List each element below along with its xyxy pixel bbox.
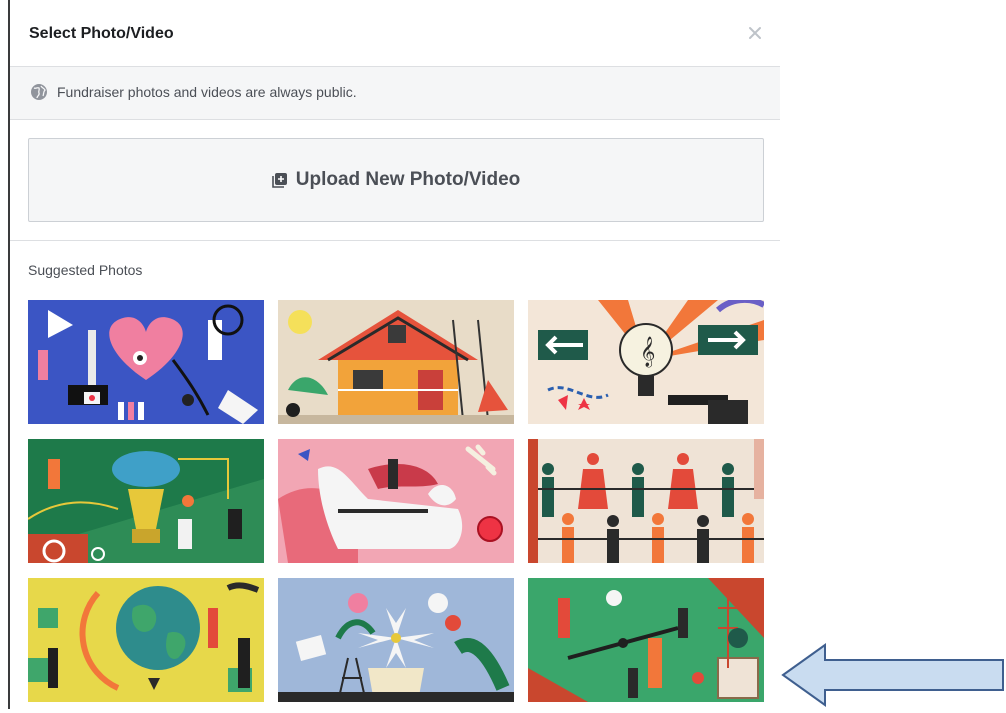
- suggested-photo-community[interactable]: [528, 439, 764, 563]
- suggested-photo-sports[interactable]: [28, 439, 264, 563]
- suggested-photo-animals[interactable]: [278, 439, 514, 563]
- privacy-notice-text: Fundraiser photos and videos are always …: [57, 84, 357, 100]
- divider: [10, 240, 780, 241]
- annotation-arrow-left: [780, 642, 1006, 708]
- suggested-photo-flowers[interactable]: [278, 578, 514, 702]
- suggested-photo-music-arts[interactable]: 𝄞: [528, 300, 764, 424]
- suggested-photo-park-playground[interactable]: [528, 578, 764, 702]
- globe-icon: [30, 83, 48, 101]
- suggested-photo-house-building[interactable]: [278, 300, 514, 424]
- close-icon[interactable]: [744, 22, 766, 44]
- suggested-photo-environment[interactable]: [28, 578, 264, 702]
- dialog-title: Select Photo/Video: [29, 25, 174, 42]
- suggested-photos-heading: Suggested Photos: [28, 262, 143, 278]
- suggested-photos-grid: 𝄞: [28, 300, 764, 702]
- select-photo-dialog: Select Photo/Video Fundraiser photos and…: [10, 0, 780, 709]
- add-photo-icon: [271, 172, 288, 188]
- privacy-notice: Fundraiser photos and videos are always …: [10, 67, 780, 120]
- upload-new-photo-video-button[interactable]: Upload New Photo/Video: [28, 138, 764, 222]
- suggested-photo-medical-research[interactable]: [28, 300, 264, 424]
- svg-text:𝄞: 𝄞: [640, 336, 655, 368]
- dialog-header: Select Photo/Video: [10, 0, 780, 67]
- upload-button-label: Upload New Photo/Video: [295, 169, 521, 190]
